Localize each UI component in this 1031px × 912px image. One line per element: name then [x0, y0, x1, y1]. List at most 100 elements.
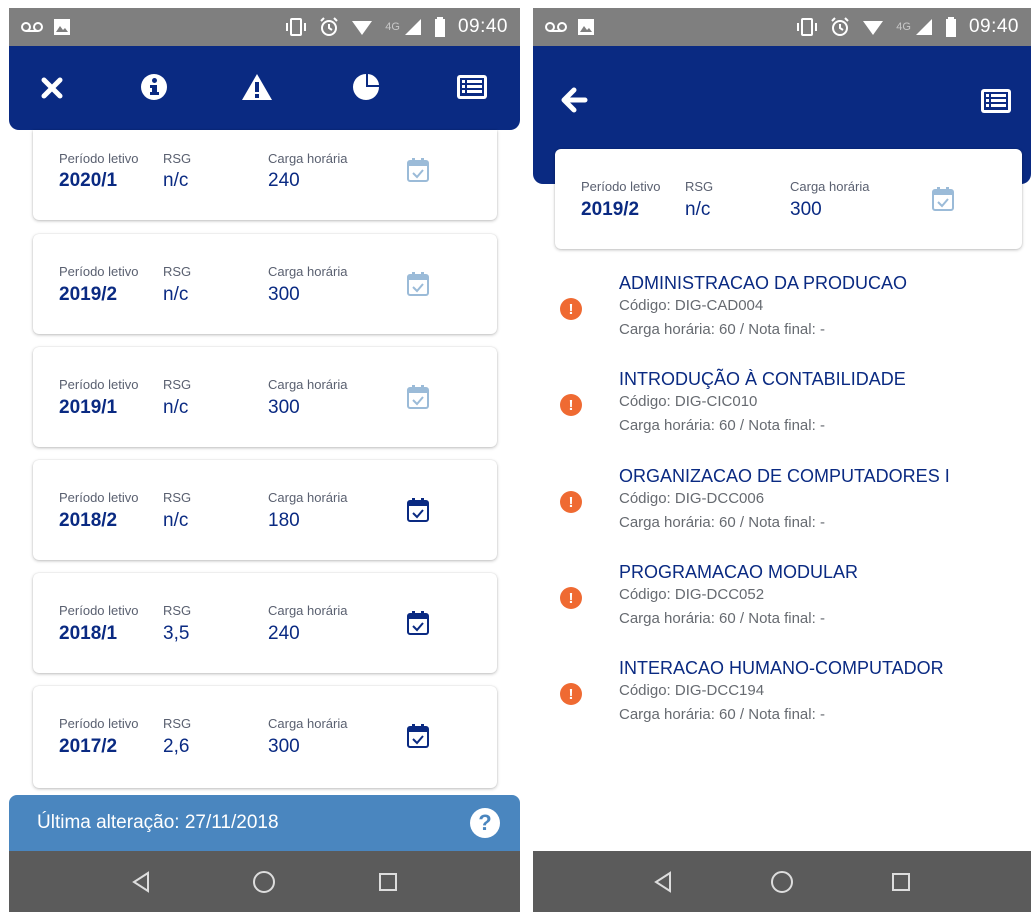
warning-circle-icon: !	[560, 587, 582, 609]
subject-code: Código: DIG-DCC194	[619, 682, 765, 699]
list-icon[interactable]	[979, 86, 1013, 116]
rsg-label: RSG	[163, 377, 192, 392]
rsg-value: n/c	[163, 170, 189, 191]
subject-item[interactable]: ! INTERACAO HUMANO-COMPUTADOR Código: DI…	[533, 658, 1031, 738]
calendar-check-icon[interactable]	[406, 384, 430, 415]
signal-icon	[404, 18, 422, 36]
rsg-value: n/c	[685, 199, 711, 220]
info-icon[interactable]	[137, 70, 171, 104]
warning-circle-icon: !	[560, 683, 582, 705]
vibrate-icon	[285, 18, 307, 36]
hours-label: Carga horária	[268, 716, 348, 731]
image-icon	[53, 18, 71, 36]
last-change-text: Última alteração: 27/11/2018	[37, 812, 279, 833]
hours-value: 300	[268, 284, 300, 305]
hours-label: Carga horária	[268, 151, 348, 166]
period-card[interactable]: Período letivo RSG Carga horária 2019/2 …	[33, 234, 497, 334]
period-card[interactable]: Período letivo RSG Carga horária 2019/1 …	[33, 347, 497, 447]
hours-value: 240	[268, 623, 300, 644]
calendar-check-icon[interactable]	[406, 723, 430, 754]
hours-label: Carga horária	[268, 377, 348, 392]
period-summary-card: Período letivo RSG Carga horária 2019/2 …	[555, 149, 1022, 249]
wifi-icon	[862, 18, 884, 36]
rsg-value: n/c	[163, 510, 189, 531]
period-card[interactable]: Período letivo RSG Carga horária 2020/1 …	[33, 130, 497, 220]
subject-detail: Carga horária: 60 / Nota final: -	[619, 706, 825, 723]
warning-circle-icon: !	[560, 298, 582, 320]
hours-label: Carga horária	[268, 490, 348, 505]
period-value: 2019/2	[59, 284, 118, 305]
network-type: 4G	[385, 21, 400, 33]
vibrate-icon	[796, 18, 818, 36]
period-value: 2019/1	[59, 397, 118, 418]
subject-code: Código: DIG-CIC010	[619, 393, 758, 410]
right-screen: 4G 09:40 Período letivo RSG Carga horári…	[533, 8, 1031, 912]
period-card[interactable]: Período letivo RSG Carga horária 2017/2 …	[33, 686, 497, 788]
alarm-icon	[830, 17, 850, 37]
back-arrow-icon[interactable]	[557, 84, 591, 116]
status-bar: 4G 09:40	[9, 8, 520, 46]
rsg-label: RSG	[163, 716, 192, 731]
rsg-value: n/c	[163, 284, 189, 305]
subject-item[interactable]: ! ADMINISTRACAO DA PRODUCAO Código: DIG-…	[533, 273, 1031, 353]
warning-circle-icon: !	[560, 394, 582, 416]
subject-item[interactable]: ! INTRODUÇÃO À CONTABILIDADE Código: DIG…	[533, 369, 1031, 449]
image-icon	[577, 18, 595, 36]
subject-name: ORGANIZACAO DE COMPUTADORES I	[619, 466, 950, 486]
back-triangle-icon[interactable]	[121, 862, 161, 902]
period-label: Período letivo	[59, 716, 139, 731]
recents-square-icon[interactable]	[368, 862, 408, 902]
calendar-check-icon[interactable]	[406, 157, 430, 188]
period-card[interactable]: Período letivo RSG Carga horária 2018/2 …	[33, 460, 497, 560]
rsg-value: 2,6	[163, 736, 190, 757]
recents-square-icon[interactable]	[881, 862, 921, 902]
status-bar: 4G 09:40	[533, 8, 1031, 46]
subject-name: INTRODUÇÃO À CONTABILIDADE	[619, 369, 906, 389]
home-circle-icon[interactable]	[762, 862, 802, 902]
subject-item[interactable]: ! ORGANIZACAO DE COMPUTADORES I Código: …	[533, 466, 1031, 546]
hours-label: Carga horária	[268, 603, 348, 618]
hours-value: 300	[268, 736, 300, 757]
signal-icon	[915, 18, 933, 36]
subject-code: Código: DIG-CAD004	[619, 297, 764, 314]
period-value: 2020/1	[59, 170, 118, 191]
hours-value: 300	[790, 199, 822, 220]
battery-icon	[434, 17, 446, 37]
subject-detail: Carga horária: 60 / Nota final: -	[619, 610, 825, 627]
period-label: Período letivo	[59, 603, 139, 618]
clock: 09:40	[457, 16, 508, 37]
rsg-label: RSG	[163, 264, 192, 279]
warning-circle-icon: !	[560, 491, 582, 513]
top-toolbar	[9, 46, 520, 130]
hours-label: Carga horária	[790, 179, 870, 194]
home-circle-icon[interactable]	[244, 862, 284, 902]
back-triangle-icon[interactable]	[643, 862, 683, 902]
rsg-label: RSG	[163, 490, 192, 505]
system-nav-bar	[533, 851, 1031, 912]
help-icon[interactable]: ?	[470, 808, 500, 838]
period-value: 2018/1	[59, 623, 118, 644]
subject-code: Código: DIG-DCC052	[619, 586, 765, 603]
close-icon[interactable]	[36, 72, 68, 104]
warning-icon[interactable]	[239, 70, 275, 104]
calendar-check-icon[interactable]	[406, 610, 430, 641]
left-screen: 4G 09:40 Período letivo RSG Carga horári…	[9, 8, 520, 912]
period-value: 2019/2	[581, 199, 640, 220]
rsg-value: 3,5	[163, 623, 190, 644]
pie-chart-icon[interactable]	[349, 70, 383, 104]
list-icon[interactable]	[455, 72, 489, 102]
calendar-check-icon[interactable]	[406, 271, 430, 302]
subject-item[interactable]: ! PROGRAMACAO MODULAR Código: DIG-DCC052…	[533, 562, 1031, 642]
network-type: 4G	[896, 21, 911, 33]
period-card[interactable]: Período letivo RSG Carga horária 2018/1 …	[33, 573, 497, 673]
subject-detail: Carga horária: 60 / Nota final: -	[619, 514, 825, 531]
period-value: 2018/2	[59, 510, 118, 531]
calendar-check-icon	[931, 186, 955, 217]
subject-detail: Carga horária: 60 / Nota final: -	[619, 417, 825, 434]
subject-name: ADMINISTRACAO DA PRODUCAO	[619, 273, 908, 293]
hours-value: 240	[268, 170, 300, 191]
subject-detail: Carga horária: 60 / Nota final: -	[619, 321, 825, 338]
rsg-label: RSG	[685, 179, 714, 194]
calendar-check-icon[interactable]	[406, 497, 430, 528]
period-label: Período letivo	[59, 377, 139, 392]
